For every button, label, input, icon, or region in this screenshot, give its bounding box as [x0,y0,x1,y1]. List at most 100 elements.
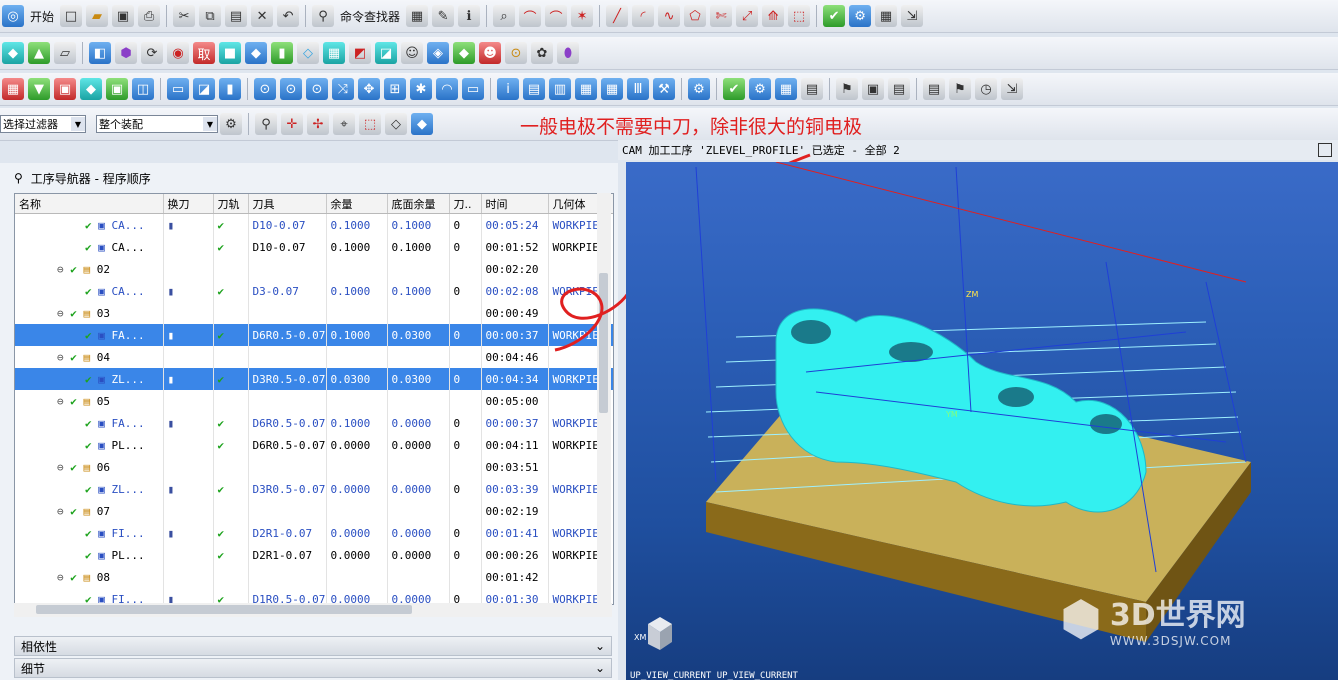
table-row[interactable]: ✔ ▣ ZL... ▮ ✔ D3R0.5-0.07 0.0300 0.0300 0 00:04… [15,368,613,390]
new-file-icon[interactable]: □ [60,5,83,27]
material-icon[interactable]: ⬮ [557,42,579,64]
select-rect-icon[interactable]: ⬚ [359,113,381,135]
intersect-snap-icon[interactable]: ✢ [307,113,329,135]
info-icon[interactable]: ℹ [458,5,481,27]
settings-icon[interactable]: ⚙ [688,78,710,100]
clock-icon[interactable]: ◷ [975,78,997,100]
table-row[interactable]: ✔ ▣ CA... ▮ ✔ D10-0.07 0.1000 0.1000 0 00:05:24… [15,213,613,236]
arc-icon[interactable]: ⌒ [545,5,568,27]
palette-icon[interactable]: ✿ [531,42,553,64]
pin-icon[interactable]: ⚲ [14,171,23,185]
solid-icon[interactable]: ◧ [89,42,111,64]
expand-toggle-icon[interactable]: ⊖ [57,395,70,408]
start-menu-label[interactable]: 开始 [30,8,54,25]
section-details[interactable]: 细节 ⌄ [14,658,612,678]
block-icon[interactable]: ■ [219,42,241,64]
offset-icon[interactable]: ⟰ [762,5,785,27]
face-icon[interactable]: ☺ [401,42,423,64]
open-folder-icon[interactable]: ▰ [86,5,109,27]
chevron-down-icon[interactable]: ⌄ [595,639,605,653]
section-dependency[interactable]: 相依性 ⌄ [14,636,612,656]
document-icon[interactable]: ▤ [923,78,945,100]
point-snap-icon[interactable]: ✛ [281,113,303,135]
abs3-icon[interactable]: ⊙ [306,78,328,100]
chevron-down-icon[interactable]: ⌄ [595,661,605,675]
table-row[interactable]: ⊖ ✔ ▤ 04 00:04:46 [15,346,613,368]
tool-path-icon[interactable]: ▭ [167,78,189,100]
method-icon[interactable]: ◆ [80,78,102,100]
column-header-tool-number[interactable]: 刀.. [449,194,482,214]
eraser-icon[interactable]: ◇ [385,113,407,135]
line-icon[interactable]: ╱ [606,5,629,27]
cube-blue-icon[interactable]: ◆ [245,42,267,64]
wrench-icon[interactable]: ⚒ [653,78,675,100]
paste-icon[interactable]: ▤ [225,5,248,27]
keyboard-icon[interactable]: ▦ [575,78,597,100]
copy-icon[interactable]: ⧉ [199,5,222,27]
mcs-icon[interactable]: ⤨ [332,78,354,100]
chevron-down-icon[interactable]: ▼ [203,117,217,131]
delete-icon[interactable]: ✕ [251,5,274,27]
center-icon[interactable]: ⊙ [505,42,527,64]
verify-tool-icon[interactable]: ⚙ [749,78,771,100]
grid-icon[interactable]: ▦ [601,78,623,100]
name-icon[interactable]: ✱ [410,78,432,100]
pig-icon[interactable]: ☻ [479,42,501,64]
operation-icon[interactable]: ⚙ [849,5,872,27]
expand-toggle-icon[interactable]: ⊖ [57,307,70,320]
blend-icon[interactable]: ◩ [349,42,371,64]
undo-icon[interactable]: ↶ [277,5,300,27]
sketch-icon[interactable]: ⬠ [684,5,707,27]
folder-icon[interactable]: ▭ [462,78,484,100]
horizontal-scrollbar[interactable] [14,603,612,617]
edit-icon[interactable]: ✎ [432,5,455,27]
command-finder-icon[interactable]: ⚲ [312,5,335,27]
create-op-icon[interactable]: ▣ [106,78,128,100]
print-icon[interactable]: ⎙ [138,5,161,27]
chevron-down-icon[interactable]: ▼ [71,117,85,131]
table-icon[interactable]: ▦ [875,5,898,27]
extrude-icon[interactable]: ⬢ [115,42,137,64]
table-row[interactable]: ⊖ ✔ ▤ 05 00:05:00 [15,390,613,412]
table-row[interactable]: ✔ ▣ FA... ▮ ✔ D6R0.5-0.07 0.1000 0.0000 0 00:00… [15,412,613,434]
expand-toggle-icon[interactable]: ⊖ [57,505,70,518]
assembly-scope-select[interactable]: 整个装配 ▼ [96,115,218,133]
table-row[interactable]: ✔ ▣ FI... ▮ ✔ D2R1-0.07 0.0000 0.0000 0 00:01:4… [15,522,613,544]
table-row[interactable]: ✔ ▣ FA... ▮ ✔ D6R0.5-0.07 0.1000 0.0300 0 00:00… [15,324,613,346]
table-row[interactable]: ✔ ▣ PL... ✔ D6R0.5-0.07 0.0000 0.0000 0 00:04:… [15,434,613,456]
column-header-floor-stock[interactable]: 底面余量 [387,194,450,214]
hole-icon[interactable]: ◉ [167,42,189,64]
workplane-icon[interactable]: ⌖ [333,113,355,135]
output-icon[interactable]: ⇲ [1001,78,1023,100]
trim-icon[interactable]: ✄ [710,5,733,27]
analysis-icon[interactable]: ⌕ [493,5,516,27]
shop-doc-icon[interactable]: ▣ [862,78,884,100]
table-row[interactable]: ⊖ ✔ ▤ 03 00:00:49 [15,302,613,324]
doc-icon[interactable]: ▤ [888,78,910,100]
view-triad-icon[interactable] [648,617,672,650]
flag-icon[interactable]: ⚑ [836,78,858,100]
table-row[interactable]: ✔ ▣ CA... ▮ ✔ D3-0.07 0.1000 0.1000 0 00:02:08 W… [15,280,613,302]
table-row[interactable]: ✔ ▣ PL... ✔ D2R1-0.07 0.0000 0.0000 0 00:00:26… [15,544,613,566]
bars-icon[interactable]: Ⅲ [627,78,649,100]
expand-toggle-icon[interactable]: ⊖ [57,461,70,474]
geometry-icon[interactable]: ▣ [54,78,76,100]
remove-params-icon[interactable]: 取 [193,42,215,64]
maximize-icon[interactable] [1318,143,1332,157]
column-header-tool[interactable]: 刀具 [248,194,327,214]
save-icon[interactable]: ▣ [112,5,135,27]
table-row[interactable]: ⊖ ✔ ▤ 02 00:02:20 [15,258,613,280]
shape-icon[interactable]: ◆ [2,42,24,64]
revolve-icon[interactable]: ⟳ [141,42,163,64]
verify-icon[interactable]: ✔ [823,5,846,27]
abs-icon[interactable]: ⊙ [254,78,276,100]
column-header-name[interactable]: 名称 [15,194,164,214]
table-row[interactable]: ⊖ ✔ ▤ 07 00:02:19 [15,500,613,522]
expand-toggle-icon[interactable]: ⊖ [57,263,70,276]
program-icon[interactable]: ▦ [2,78,24,100]
curve-icon[interactable]: ⌒ [519,5,542,27]
command-finder-label[interactable]: 命令查找器 [340,8,400,25]
post-icon[interactable]: ⇲ [901,5,924,27]
shell-icon[interactable]: ◪ [375,42,397,64]
selection-filter-select[interactable]: 选择过滤器 ▼ [0,115,86,133]
